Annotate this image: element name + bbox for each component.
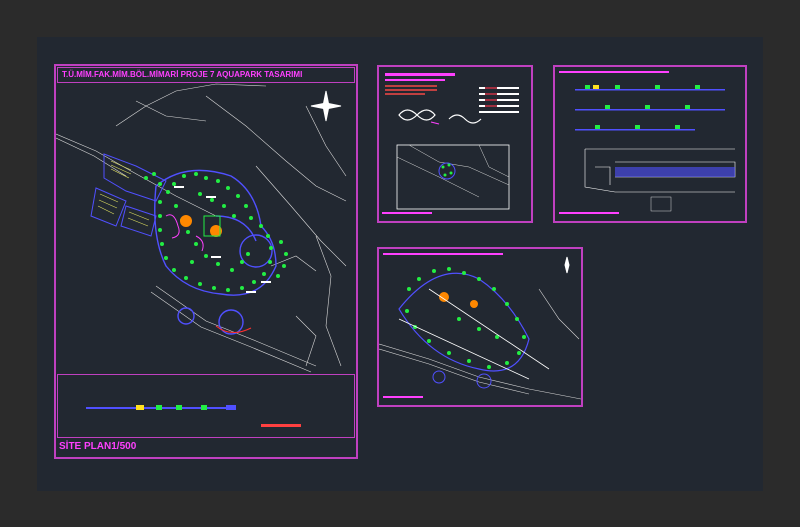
site-plan-drawing (56, 83, 347, 427)
zoom-north-arrow-icon (564, 256, 570, 274)
north-arrow-icon (310, 90, 342, 122)
section-drawing (559, 71, 736, 214)
drawing-canvas[interactable]: T.Ü.MİM.FAK.MİM.BÖL.MİMARİ PROJE 7 AQUAP… (37, 37, 763, 491)
zoom-plan-drawing (379, 253, 581, 400)
site-plan-sheet[interactable]: T.Ü.MİM.FAK.MİM.BÖL.MİMARİ PROJE 7 AQUAP… (54, 64, 358, 459)
location-sheet[interactable] (377, 65, 533, 223)
zoom-plan-sheet[interactable] (377, 247, 583, 407)
section-sheet[interactable] (553, 65, 747, 223)
location-drawing (382, 73, 519, 214)
